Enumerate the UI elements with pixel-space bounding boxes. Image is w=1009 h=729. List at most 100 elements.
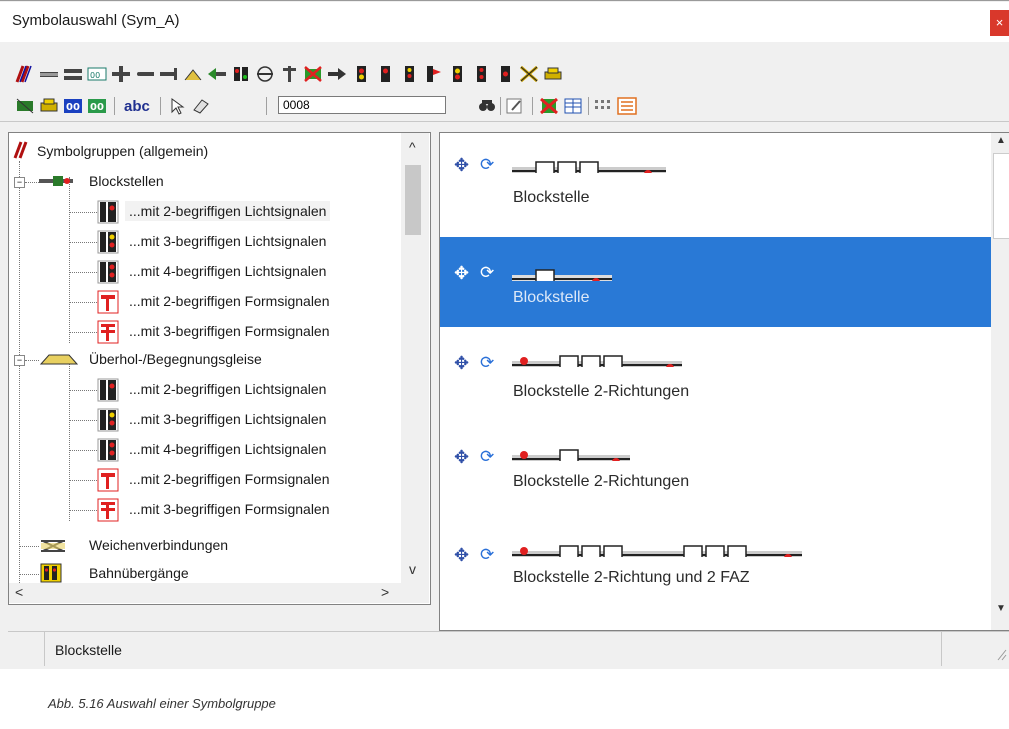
separator (588, 97, 589, 115)
tree-line (69, 177, 70, 343)
tree-line (69, 450, 97, 451)
rotate-icon: ⟳ (480, 353, 495, 372)
rotate-icon: ⟳ (480, 155, 495, 174)
tree-item-label: ...mit 3-begriffigen Formsignalen (129, 323, 330, 339)
figure-caption: Abb. 5.16 Auswahl einer Symbolgruppe (48, 696, 276, 711)
straight-track-icon[interactable] (38, 64, 60, 84)
signal-group-icon[interactable] (230, 64, 252, 84)
text-tool-button[interactable]: abc (124, 98, 150, 115)
separator (114, 97, 115, 115)
car-icon[interactable] (542, 64, 564, 84)
svg-text:00: 00 (90, 102, 104, 113)
buffer-icon[interactable] (158, 64, 180, 84)
status-text: Blockstelle (55, 642, 122, 658)
details-list-icon[interactable] (616, 96, 638, 116)
symbol-item[interactable]: ✥ ⟳ Blockstelle (440, 133, 991, 223)
direction-arrow-icon[interactable] (326, 64, 348, 84)
rotate-icon: ⟳ (480, 263, 495, 282)
turnout-arrow-icon[interactable] (206, 64, 228, 84)
block-symbol-preview (512, 449, 630, 461)
symbol-item[interactable]: ✥ ⟳ Blockstelle 2-Richtungen (440, 429, 991, 519)
signal-yellow-icon (97, 230, 119, 254)
counter-blue-icon[interactable]: 00 (62, 96, 84, 116)
scroll-down-icon[interactable]: ▼ (996, 603, 1006, 614)
symbol-list[interactable]: ✥ ⟳ Blockstelle ✥ ⟳ Blockstelle ✥ ⟳ Bloc… (439, 132, 1009, 631)
signal-four-aspect-icon (97, 438, 119, 462)
signal-shunt-icon[interactable] (494, 64, 516, 84)
signal-yellow-icon (97, 408, 119, 432)
tree-line (19, 546, 39, 547)
rotate-icon: ⟳ (480, 447, 495, 466)
table-icon[interactable] (562, 96, 584, 116)
signal-dark-icon[interactable] (374, 64, 396, 84)
tracks-icon (13, 141, 28, 159)
status-panel: Blockstelle (44, 632, 942, 666)
symbol-item-selected[interactable]: ✥ ⟳ Blockstelle (440, 237, 991, 327)
turntable-icon[interactable] (254, 64, 276, 84)
small-icons-icon[interactable] (592, 96, 614, 116)
scroll-down-icon[interactable]: v (409, 561, 416, 577)
symbol-number-field[interactable] (278, 96, 446, 114)
signal-red-icon[interactable] (350, 64, 372, 84)
status-bar: Blockstelle (8, 631, 1009, 666)
remove-icon[interactable] (538, 96, 560, 116)
scroll-thumb[interactable] (993, 153, 1009, 239)
eraser-icon[interactable] (190, 96, 212, 116)
pole-icon[interactable] (278, 64, 300, 84)
level-crossing-icon (40, 563, 62, 583)
symbol-caption: Blockstelle (513, 289, 590, 306)
signal-flag-icon[interactable] (422, 64, 444, 84)
list-vertical-scrollbar[interactable]: ▲ ▼ (991, 133, 1009, 630)
train-icon[interactable] (14, 96, 36, 116)
tree-group-label: Bahnübergänge (89, 565, 189, 581)
symbol-toolbar: 00 (0, 61, 1009, 89)
collapse-toggle[interactable]: − (14, 177, 25, 188)
close-button[interactable]: × (990, 10, 1009, 36)
separator (532, 97, 533, 115)
scroll-up-icon[interactable]: ▲ (996, 135, 1006, 146)
tree-line (25, 360, 39, 361)
tree-item-label: ...mit 2-begriffigen Formsignalen (129, 293, 330, 309)
scroll-thumb[interactable] (405, 165, 421, 235)
signal-three-aspect-icon[interactable] (398, 64, 420, 84)
resize-grip-icon[interactable] (996, 648, 1008, 662)
separator (500, 97, 501, 115)
scroll-up-icon[interactable]: ^ (409, 139, 416, 155)
tree-line (19, 574, 39, 575)
tree-item-label: ...mit 3-begriffigen Lichtsignalen (129, 411, 327, 427)
symbol-item[interactable]: ✥ ⟳ Blockstelle 2-Richtungen (440, 339, 991, 429)
symbol-caption: Blockstelle (513, 189, 590, 206)
crossbuck-icon[interactable] (518, 64, 540, 84)
vehicle-icon[interactable] (38, 96, 60, 116)
tracks-icon[interactable] (14, 64, 36, 84)
block-symbol-preview (512, 161, 666, 173)
display-icon[interactable]: 00 (86, 64, 108, 84)
tree-item-label: ...mit 4-begriffigen Lichtsignalen (129, 441, 327, 457)
signal-yellow-icon[interactable] (446, 64, 468, 84)
edit-icon[interactable] (504, 96, 526, 116)
scroll-left-icon[interactable]: < (15, 584, 23, 600)
tree-item-label: ...mit 3-begriffigen Lichtsignalen (129, 233, 327, 249)
counter-green-icon[interactable]: 00 (86, 96, 108, 116)
signal-four-aspect-icon[interactable] (470, 64, 492, 84)
tree-root-label: Symbolgruppen (allgemein) (37, 143, 209, 159)
scroll-right-icon[interactable]: > (381, 584, 389, 600)
symbol-caption: Blockstelle 2-Richtungen (513, 473, 690, 490)
find-icon[interactable] (476, 96, 498, 116)
ramp-icon[interactable] (182, 64, 204, 84)
move-icon: ✥ (454, 263, 470, 283)
delete-tracks-icon[interactable] (302, 64, 324, 84)
tree-vertical-scrollbar[interactable]: ^ v (401, 133, 429, 603)
symbol-item[interactable]: ✥ ⟳ Blockstelle 2-Richtung und 2 FAZ (440, 529, 991, 619)
form-signal-icon (97, 320, 119, 344)
tree-horizontal-scrollbar[interactable]: < > (9, 583, 401, 603)
signal-red-icon (97, 200, 119, 224)
crossing-track-icon[interactable] (110, 64, 132, 84)
symbol-group-tree[interactable]: Symbolgruppen (allgemein) − Blockstellen… (8, 132, 431, 605)
collapse-toggle[interactable]: − (14, 355, 25, 366)
pointer-icon[interactable] (166, 96, 188, 116)
tree-line (69, 355, 70, 521)
double-track-icon[interactable] (62, 64, 84, 84)
tree-line (69, 332, 97, 333)
track-end-icon[interactable] (134, 64, 156, 84)
